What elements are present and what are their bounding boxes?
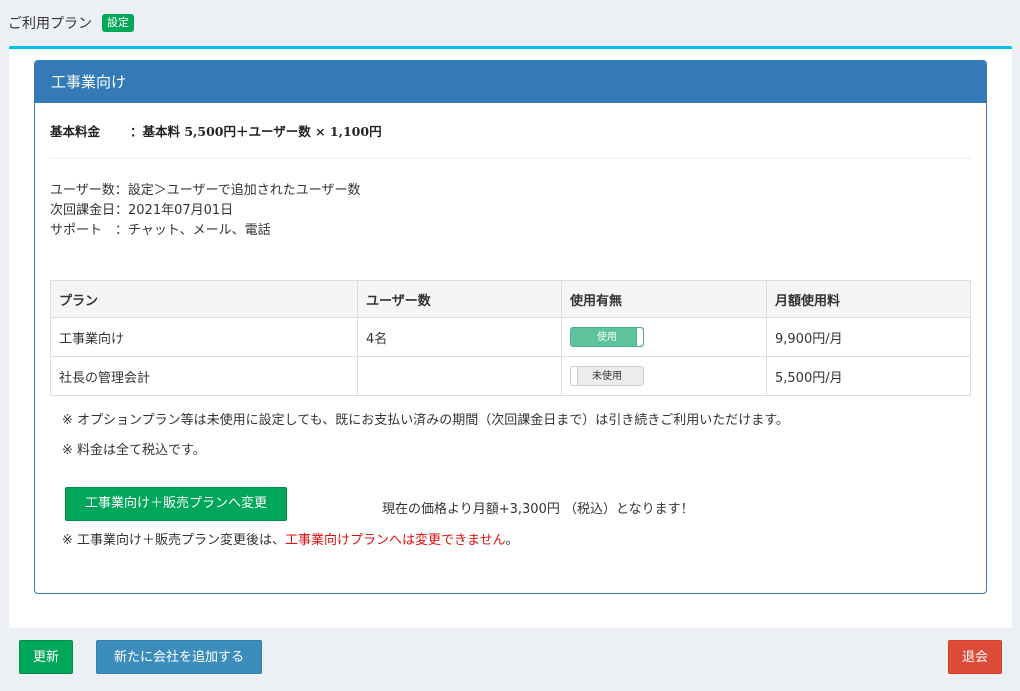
cell-usage: 使用 <box>561 317 767 357</box>
change-plan-button[interactable]: 工事業向け＋販売プランへ変更 <box>65 487 287 521</box>
cell-fee: 9,900円/月 <box>766 317 971 357</box>
main-box: 工事業向け 基本料金 ：基本料 5,500円＋ユーザー数 × 1,100円 ユーザ… <box>9 46 1012 628</box>
table-header-row: プラン ユーザー数 使用有無 月額使用料 <box>50 280 971 318</box>
basic-fee-value: ：基本料 5,500円＋ユーザー数 × 1,100円 <box>130 124 382 139</box>
info-users-value: 設定＞ユーザーで追加されたユーザー数 <box>127 183 361 198</box>
cell-users <box>357 356 562 396</box>
cell-plan: 工事業向け <box>50 317 358 357</box>
leave-button[interactable]: 退会 <box>948 640 1002 674</box>
cell-users: 4名 <box>357 317 562 357</box>
info-next-billing: 次回課金日：2021年07月01日 <box>50 201 360 221</box>
header-monthly-fee: 月額使用料 <box>766 280 971 318</box>
change-warning: ※ 工事業向け＋販売プラン変更後は、工事業向けプランへは変更できません。 <box>62 529 519 548</box>
add-company-button[interactable]: 新たに会社を追加する <box>96 640 262 674</box>
table-row: 社長の管理会計 未使用 5,500円/月 <box>50 356 971 396</box>
info-support-value: チャット、メール、電話 <box>128 223 271 238</box>
warning-suffix: 。 <box>505 533 519 548</box>
usage-toggle[interactable]: 使用 <box>570 327 644 347</box>
plans-table: プラン ユーザー数 使用有無 月額使用料 工事業向け 4名 使用 9,900円/… <box>50 280 971 396</box>
header-plan: プラン <box>50 280 358 318</box>
basic-fee: 基本料金 ：基本料 5,500円＋ユーザー数 × 1,100円 <box>50 121 382 140</box>
plan-info: ユーザー数：設定＞ユーザーで追加されたユーザー数 次回課金日：2021年07月0… <box>50 181 360 241</box>
cell-usage: 未使用 <box>561 356 767 396</box>
plan-heading: 工事業向け <box>35 61 986 103</box>
info-billing-value: 2021年07月01日 <box>128 203 234 218</box>
divider <box>50 158 971 159</box>
note-tax: ※ 料金は全て税込です。 <box>62 443 206 458</box>
page-header: ご利用プラン 設定 <box>8 12 134 34</box>
basic-fee-label: 基本料金 <box>50 124 101 139</box>
note-option: ※ オプションプラン等は未使用に設定しても、既にお支払い済みの期間（次回課金日ま… <box>62 413 789 428</box>
price-message: 現在の価格より月額+3,300円 （税込）となります！ <box>382 502 694 517</box>
info-support: サポート ：チャット、メール、電話 <box>50 221 360 241</box>
info-users-label: ユーザー数： <box>50 183 128 198</box>
info-users: ユーザー数：設定＞ユーザーで追加されたユーザー数 <box>50 181 360 201</box>
update-button[interactable]: 更新 <box>19 640 73 674</box>
settings-badge[interactable]: 設定 <box>102 14 134 32</box>
info-support-label: サポート ： <box>50 223 129 238</box>
cell-plan: 社長の管理会計 <box>50 356 358 396</box>
info-billing-label: 次回課金日： <box>50 203 129 218</box>
header-usage: 使用有無 <box>561 280 767 318</box>
warning-prefix: ※ 工事業向け＋販売プラン変更後は、 <box>62 533 286 548</box>
table-row: 工事業向け 4名 使用 9,900円/月 <box>50 317 971 357</box>
page-title: ご利用プラン <box>8 16 92 32</box>
plan-panel: 工事業向け 基本料金 ：基本料 5,500円＋ユーザー数 × 1,100円 ユーザ… <box>34 60 987 594</box>
cell-fee: 5,500円/月 <box>766 356 971 396</box>
usage-toggle[interactable]: 未使用 <box>570 366 644 386</box>
header-users: ユーザー数 <box>357 280 562 318</box>
warning-red-text: 工事業向けプランへは変更できません <box>285 533 506 548</box>
